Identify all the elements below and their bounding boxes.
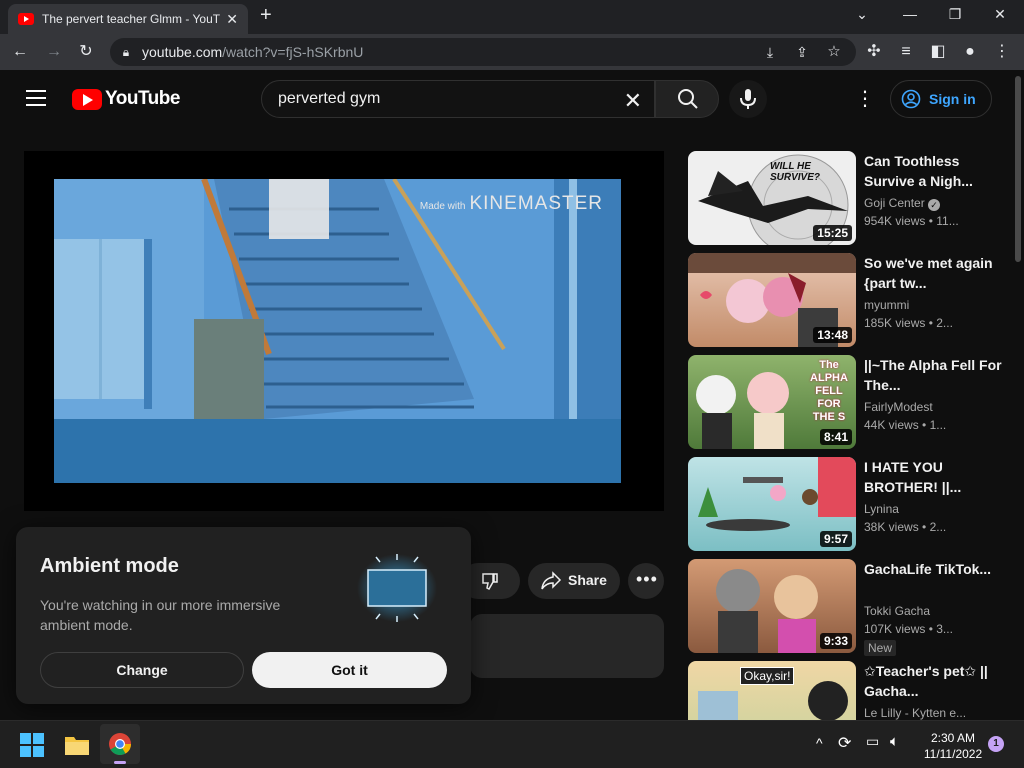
notification-count-badge[interactable]: 1 — [988, 736, 1004, 752]
video-thumbnail[interactable]: Okay,sir! — [688, 661, 856, 720]
scrollbar-thumb[interactable] — [1015, 76, 1021, 262]
video-player[interactable]: Made with KINEMASTER — [24, 151, 664, 511]
sign-in-button[interactable]: Sign in — [890, 80, 992, 118]
microphone-icon — [740, 89, 756, 109]
search-query[interactable]: perverted gym — [278, 90, 380, 108]
video-meta: 107K views • 3... — [864, 622, 953, 636]
browser-toolbar: ← → ↻ 🔒︎ youtube.com/watch?v=fjS-hSKrbnU… — [0, 34, 1024, 70]
voice-search-button[interactable] — [729, 80, 767, 118]
minimize-icon[interactable]: — — [898, 6, 922, 22]
video-title[interactable]: GachaLife TikTok... — [864, 559, 1004, 579]
windows-taskbar: ^ ⟳ ▭ 🔈︎ 2:30 AM 11/11/2022 — [0, 720, 1024, 768]
channel-name[interactable]: FairlyModest — [864, 400, 933, 414]
video-thumbnail[interactable]: 13:48 — [688, 253, 856, 347]
restore-icon[interactable]: ❐ — [943, 6, 967, 23]
more-actions-button[interactable]: ••• — [628, 563, 664, 599]
dialog-title: Ambient mode — [40, 555, 179, 577]
video-thumbnail[interactable]: 9:33 — [688, 559, 856, 653]
share-page-icon[interactable]: ⇪ — [792, 42, 812, 62]
change-button[interactable]: Change — [40, 652, 244, 688]
forward-arrow-icon[interactable]: → — [44, 42, 64, 62]
channel-name[interactable]: myummi — [864, 298, 909, 312]
browser-tab-strip: The pervert teacher Glmm - YouTube ✕ + ⌄… — [0, 0, 1024, 34]
chrome-taskbar-button[interactable] — [100, 724, 140, 764]
profile-avatar-icon[interactable]: ● — [960, 42, 980, 62]
recommendation-item[interactable]: 9:33 GachaLife TikTok... Tokki Gacha 107… — [688, 559, 1008, 656]
new-tab-icon[interactable]: + — [260, 4, 272, 27]
volume-icon[interactable]: 🔈︎ — [890, 733, 899, 750]
verified-check-icon: ✓ — [928, 199, 941, 211]
channel-name[interactable]: Lynina — [864, 502, 899, 516]
thumbs-down-icon — [482, 573, 498, 590]
bookmark-star-icon[interactable]: ☆ — [824, 42, 844, 62]
recommendation-item[interactable]: 9:57 I HATE YOU BROTHER! ||... Lynina 38… — [688, 457, 1008, 551]
close-tab-icon[interactable]: ✕ — [226, 11, 238, 28]
tab-title: The pervert teacher Glmm - YouTube — [42, 12, 221, 26]
channel-name[interactable]: Tokki Gacha — [864, 604, 930, 618]
clear-search-icon[interactable]: ✕ — [624, 88, 642, 114]
ambient-glow-icon — [357, 554, 437, 622]
video-title[interactable]: ✩Teacher's pet✩ || Gacha... — [864, 661, 1004, 701]
install-app-icon[interactable]: ⤓ — [760, 42, 780, 62]
reload-icon[interactable]: ↻ — [76, 42, 96, 62]
recommendation-item[interactable]: The ALPHA FELL FOR THE S 8:41 ||~The Alp… — [688, 355, 1008, 449]
video-meta: 185K views • 2... — [864, 316, 953, 330]
ambient-mode-dialog: Ambient mode You're watching in our more… — [16, 527, 471, 704]
video-thumbnail[interactable]: The ALPHA FELL FOR THE S 8:41 — [688, 355, 856, 449]
video-title[interactable]: Can Toothless Survive a Nigh... — [864, 151, 1004, 191]
url-text[interactable]: youtube.com/watch?v=fjS-hSKrbnU — [142, 44, 363, 60]
video-meta: 954K views • 11... — [864, 214, 959, 228]
browser-tab[interactable]: The pervert teacher Glmm - YouTube ✕ — [8, 4, 248, 34]
video-meta: 38K views • 2... — [864, 520, 947, 534]
close-window-icon[interactable]: ✕ — [988, 6, 1012, 23]
youtube-logo[interactable]: YouTube — [72, 88, 180, 110]
show-hidden-icons-chevron-up-icon[interactable]: ^ — [816, 735, 823, 751]
lock-icon[interactable]: 🔒︎ — [116, 42, 136, 62]
browser-menu-kebab-icon[interactable]: ⋮ — [992, 42, 1012, 62]
video-thumbnail[interactable]: WILL HE SURVIVE? 15:25 — [688, 151, 856, 245]
page-scrollbar[interactable] — [1012, 70, 1024, 720]
more-horizontal-icon: ••• — [636, 569, 658, 589]
network-icon[interactable]: ▭ — [866, 733, 879, 750]
dialog-body: You're watching in our more immersive am… — [40, 597, 281, 633]
video-title[interactable]: So we've met again {part tw... — [864, 253, 1004, 293]
recommendation-item[interactable]: Okay,sir! ✩Teacher's pet✩ || Gacha... Le… — [688, 661, 1008, 720]
kinemaster-watermark: Made with KINEMASTER — [419, 193, 603, 214]
new-badge: New — [864, 640, 897, 656]
search-icon — [678, 89, 698, 109]
youtube-favicon-icon — [18, 13, 34, 25]
recommendation-item[interactable]: 13:48 So we've met again {part tw... myu… — [688, 253, 1008, 347]
address-bar[interactable]: 🔒︎ youtube.com/watch?v=fjS-hSKrbnU ⤓ ⇪ ☆ — [110, 38, 856, 66]
description-box[interactable] — [470, 614, 664, 678]
video-title[interactable]: ||~The Alpha Fell For The... — [864, 355, 1004, 395]
recommendation-item[interactable]: WILL HE SURVIVE? 15:25 Can Toothless Sur… — [688, 151, 1008, 245]
channel-name[interactable]: Goji Center ✓ — [864, 196, 941, 211]
chrome-icon — [109, 733, 131, 755]
guide-menu-icon[interactable] — [26, 90, 46, 106]
share-button[interactable]: Share — [528, 563, 620, 599]
extensions-puzzle-icon[interactable]: ✣ — [864, 42, 884, 62]
share-arrow-icon — [541, 571, 562, 590]
back-arrow-icon[interactable]: ← — [10, 42, 30, 62]
video-thumbnail[interactable]: 9:57 — [688, 457, 856, 551]
video-meta: 44K views • 1... — [864, 418, 947, 432]
file-explorer-icon[interactable] — [64, 734, 90, 756]
windows-start-icon[interactable] — [20, 733, 44, 757]
channel-name[interactable]: Le Lilly - Kytten e... — [864, 706, 966, 720]
tab-search-chevron-down-icon[interactable]: ⌄ — [850, 6, 874, 23]
search-input[interactable]: perverted gym ✕ — [261, 80, 655, 118]
video-title[interactable]: I HATE YOU BROTHER! ||... — [864, 457, 1004, 497]
got-it-button[interactable]: Got it — [252, 652, 447, 688]
sync-icon[interactable]: ⟳ — [838, 733, 851, 753]
account-circle-icon — [901, 89, 921, 109]
media-control-icon[interactable]: ≡ — [896, 42, 916, 62]
youtube-header: YouTube perverted gym ✕ ⋮ Sign in — [0, 70, 1012, 128]
stairwell-scene-image — [54, 179, 621, 483]
video-frame: Made with KINEMASTER — [54, 179, 621, 483]
settings-kebab-icon[interactable]: ⋮ — [855, 88, 875, 110]
youtube-play-logo-icon — [72, 88, 102, 110]
system-clock[interactable]: 2:30 AM 11/11/2022 — [918, 730, 988, 762]
side-panel-icon[interactable]: ◧ — [928, 42, 948, 62]
search-button[interactable] — [655, 80, 719, 118]
